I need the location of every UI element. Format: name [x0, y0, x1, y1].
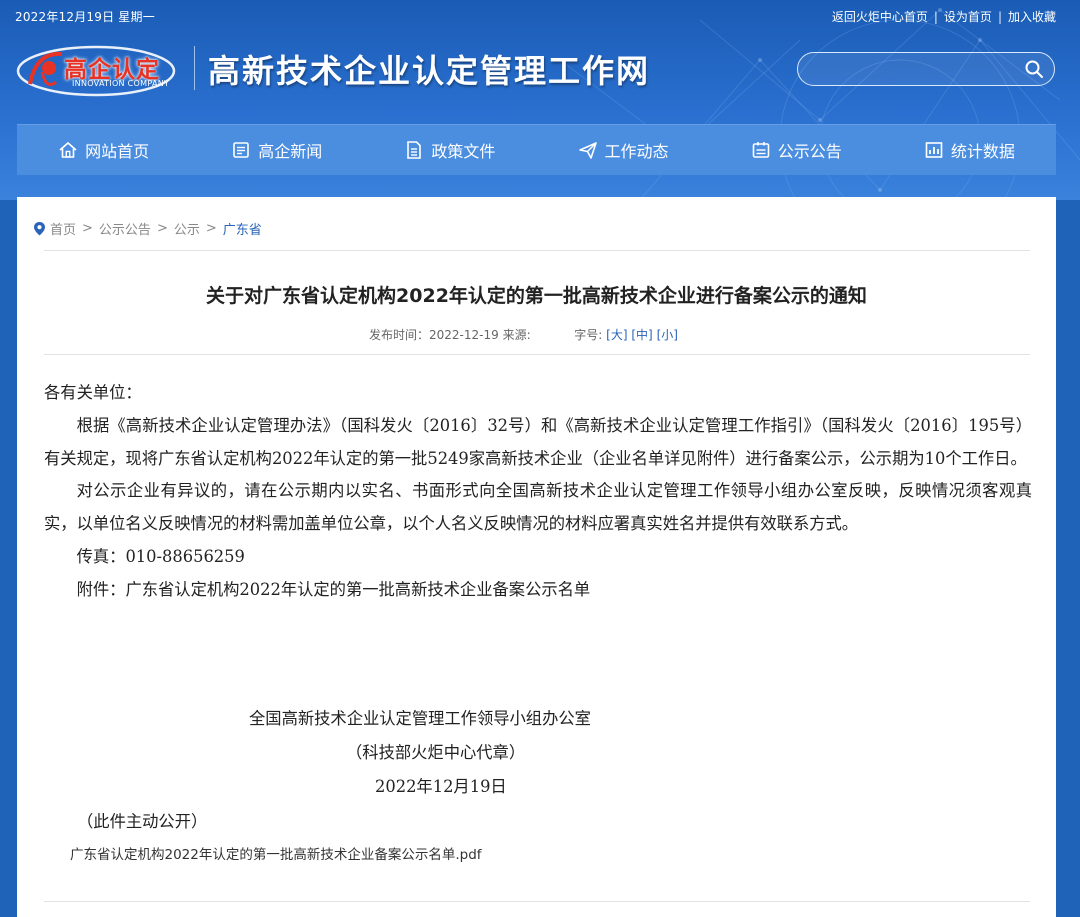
- breadcrumb-divider: [44, 250, 1030, 251]
- signature-org: 全国高新技术企业认定管理工作领导小组办公室: [249, 709, 591, 728]
- nav-item-work-updates[interactable]: 工作动态: [578, 138, 669, 162]
- paper-plane-icon: [578, 141, 597, 159]
- nav-item-statistics[interactable]: 统计数据: [924, 138, 1015, 162]
- top-link-separator: |: [997, 9, 1002, 24]
- breadcrumb-publicity[interactable]: 公示: [174, 219, 200, 238]
- site-logo[interactable]: 高企认定 INNOVATION COMPANY 高新技术企业认定管理工作网: [16, 40, 696, 100]
- document-icon: [407, 140, 422, 159]
- breadcrumb-guangdong[interactable]: 广东省: [223, 219, 262, 238]
- main-nav: 网站首页 高企新闻 政策文件 工作动态 公示公告 统计数据: [17, 124, 1056, 175]
- logo-english-text: INNOVATION COMPANY: [72, 79, 170, 88]
- announcement-icon: [752, 141, 769, 158]
- breadcrumb-separator: >: [205, 221, 217, 236]
- disclosure-note: （此件主动公开）: [77, 812, 208, 831]
- article-body: 各有关单位： 根据《高新技术企业认定管理办法》（国科发火〔2016〕32号）和《…: [44, 377, 1032, 607]
- search-icon[interactable]: [1024, 59, 1044, 79]
- nav-item-home[interactable]: 网站首页: [58, 138, 149, 162]
- fax-line: 传真：010-88656259: [76, 546, 245, 566]
- search-box: [797, 52, 1055, 86]
- signature-proxy: （科技部火炬中心代章）: [346, 743, 526, 762]
- current-date: 2022年12月19日 星期一: [15, 10, 155, 24]
- source-label: 来源:: [502, 328, 531, 342]
- nav-label: 统计数据: [950, 141, 1015, 161]
- salutation: 各有关单位：: [44, 383, 142, 402]
- nav-label: 网站首页: [85, 141, 150, 161]
- top-links: 返回火炬中心首页 | 设为首页 | 加入收藏: [832, 8, 1056, 25]
- publish-date: 2022-12-19: [429, 328, 499, 342]
- font-small-button[interactable]: [小]: [657, 328, 678, 342]
- chart-icon: [925, 141, 943, 158]
- main-content: 首页 > 公示公告 > 公示 > 广东省 关于对广东省认定机构2022年认定的第…: [17, 197, 1056, 917]
- nav-label: 高企新闻: [258, 141, 323, 161]
- set-homepage-link[interactable]: 设为首页: [944, 8, 992, 25]
- nav-label: 公示公告: [777, 141, 842, 161]
- publish-label: 发布时间：: [369, 328, 430, 342]
- nav-item-policy[interactable]: 政策文件: [404, 138, 495, 162]
- breadcrumb-separator: >: [156, 221, 168, 236]
- location-pin-icon: [34, 222, 45, 236]
- nav-item-announcements[interactable]: 公示公告: [751, 138, 842, 162]
- breadcrumb-separator: >: [82, 221, 93, 236]
- article-title: 关于对广东省认定机构2022年认定的第一批高新技术企业进行备案公示的通知: [206, 285, 867, 307]
- signature-date: 2022年12月19日: [375, 777, 507, 796]
- nav-label: 工作动态: [604, 141, 669, 161]
- torch-center-home-link[interactable]: 返回火炬中心首页: [832, 8, 928, 25]
- top-bar: 2022年12月19日 星期一 返回火炬中心首页 | 设为首页 | 加入收藏: [0, 0, 1080, 30]
- add-favorite-link[interactable]: 加入收藏: [1008, 8, 1056, 25]
- font-medium-button[interactable]: [中]: [631, 328, 652, 342]
- top-link-separator: |: [933, 9, 938, 24]
- home-icon: [59, 141, 77, 158]
- nav-label: 政策文件: [431, 141, 496, 161]
- attachment-line: 附件：广东省认定机构2022年认定的第一批高新技术企业备案公示名单: [76, 579, 591, 599]
- site-title: 高新技术企业认定管理工作网: [208, 52, 651, 90]
- search-input[interactable]: [812, 57, 1016, 81]
- news-icon: [233, 141, 250, 158]
- paragraph-objections: 对公示企业有异议的，请在公示期内以实名、书面形式向全国高新技术企业认定管理工作领…: [44, 481, 1032, 534]
- font-size-label: 字号:: [574, 328, 603, 342]
- article-meta: 发布时间：2022-12-19 来源: 字号: [大] [中] [小]: [369, 326, 678, 343]
- breadcrumb: 首页 > 公示公告 > 公示 > 广东省: [33, 219, 262, 238]
- footer-divider: [44, 901, 1030, 902]
- font-large-button[interactable]: [大]: [606, 328, 627, 342]
- attachment-pdf-link[interactable]: 广东省认定机构2022年认定的第一批高新技术企业备案公示名单.pdf: [70, 843, 482, 863]
- paragraph-regulations: 根据《高新技术企业认定管理办法》（国科发火〔2016〕32号）和《高新技术企业认…: [44, 415, 1032, 468]
- breadcrumb-announcements[interactable]: 公示公告: [99, 219, 151, 238]
- logo-divider: [194, 46, 195, 90]
- breadcrumb-home[interactable]: 首页: [50, 219, 76, 238]
- title-divider: [44, 354, 1030, 355]
- nav-item-news[interactable]: 高企新闻: [231, 138, 322, 162]
